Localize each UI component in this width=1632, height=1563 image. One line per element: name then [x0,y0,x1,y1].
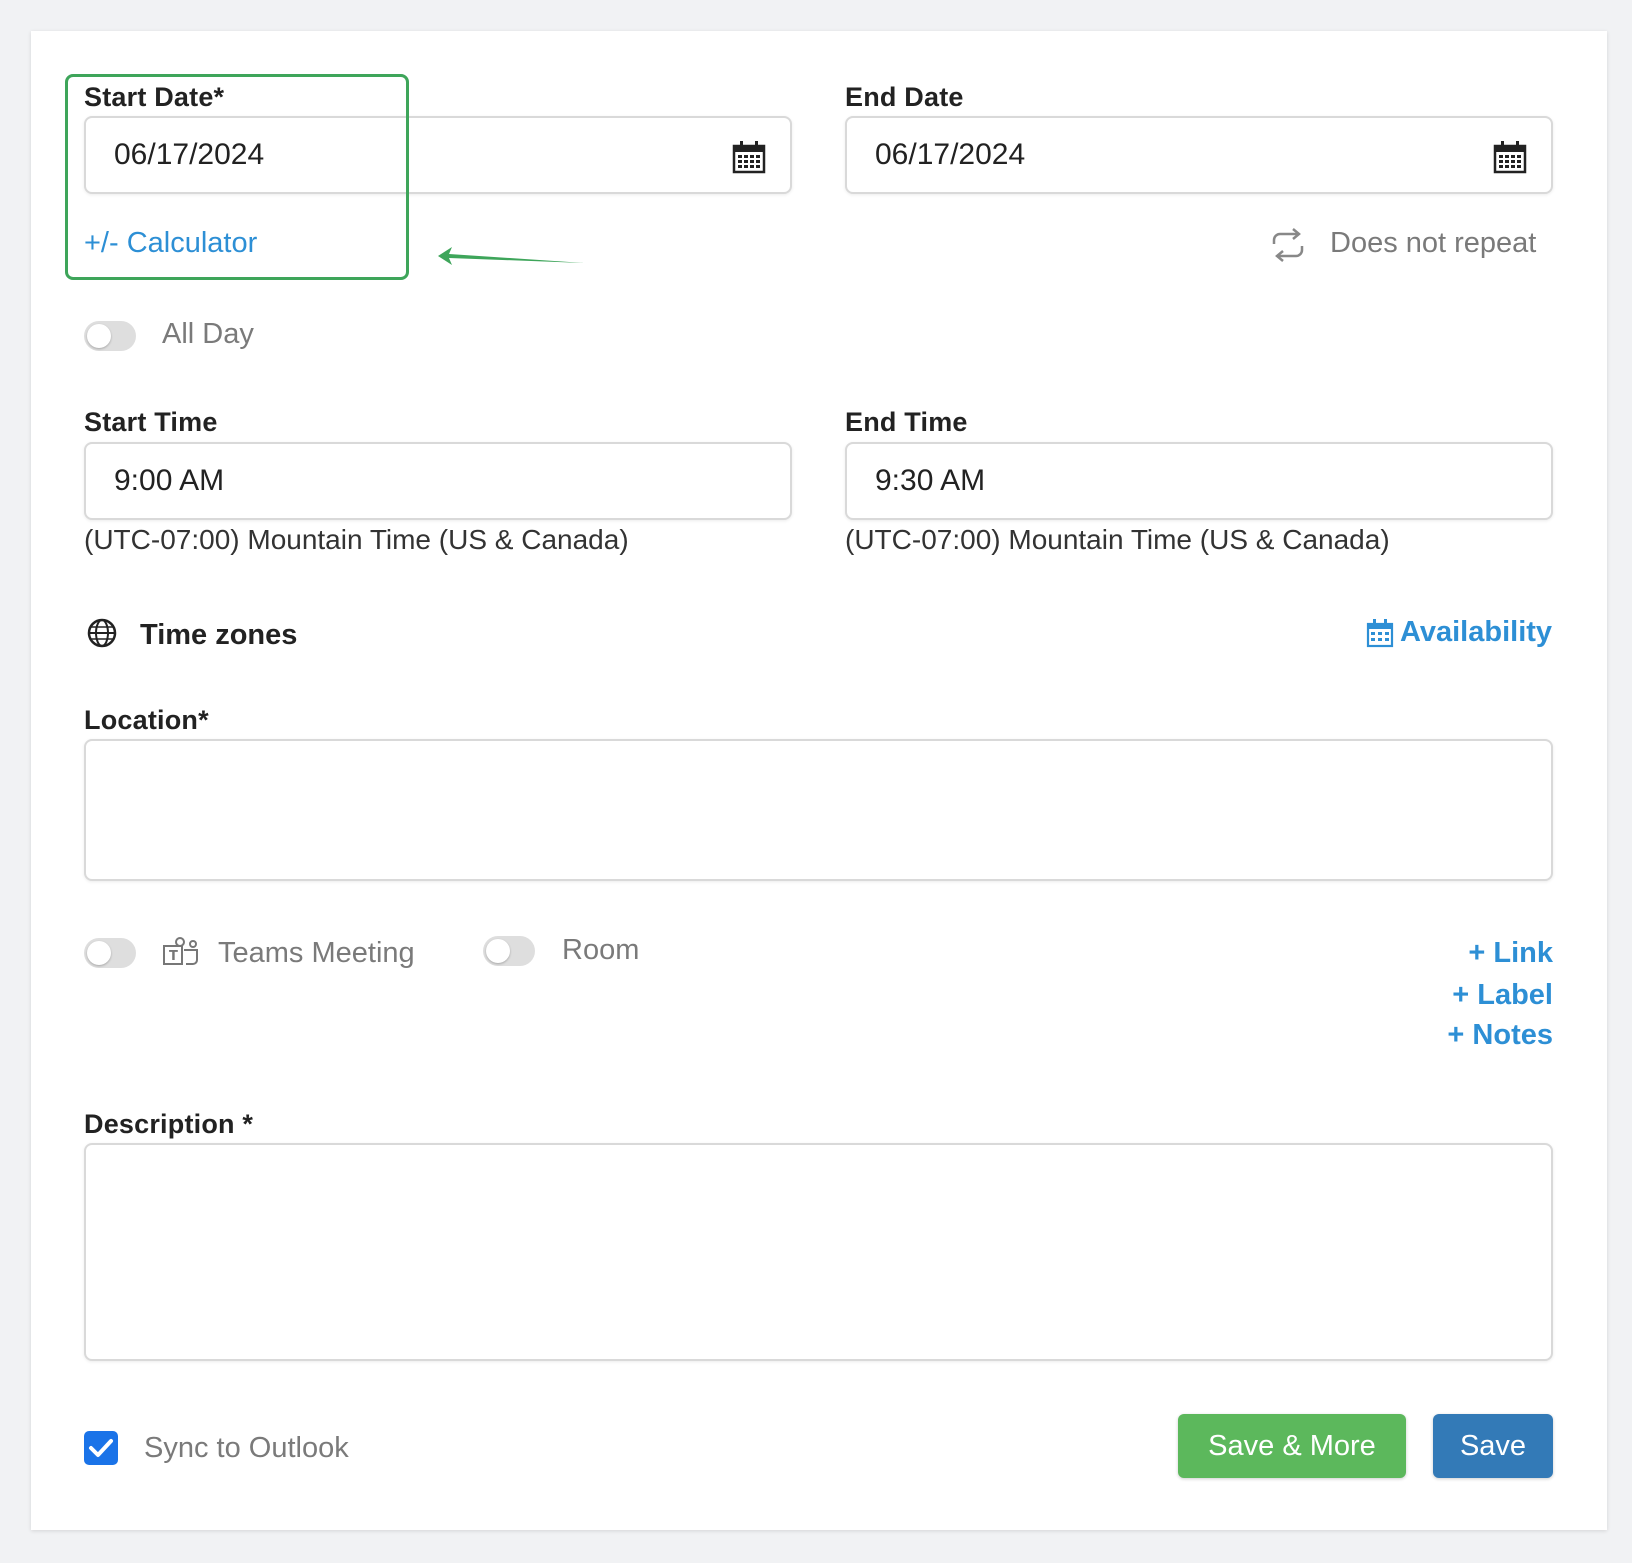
room-toggle[interactable] [483,936,535,966]
teams-icon: T [163,937,198,965]
end-date-input[interactable]: 06/17/2024 [845,116,1553,194]
repeat-label[interactable]: Does not repeat [1330,227,1536,260]
toggle-knob [486,939,510,963]
start-time-label: Start Time [84,407,218,437]
calendar-icon[interactable] [732,140,766,174]
all-day-toggle[interactable] [84,321,136,351]
all-day-label: All Day [162,318,254,350]
location-label: Location* [84,705,209,735]
end-time-input[interactable]: 9:30 AM [845,442,1553,520]
end-date-value: 06/17/2024 [875,138,1026,171]
add-link-link[interactable]: + Link [1468,937,1553,970]
save-button[interactable]: Save [1433,1414,1553,1478]
sync-outlook-label[interactable]: Sync to Outlook [144,1432,349,1465]
time-zones-label[interactable]: Time zones [140,619,297,652]
toggle-knob [87,941,111,965]
description-input[interactable] [84,1143,1553,1361]
add-label-link[interactable]: + Label [1452,979,1553,1012]
globe-icon[interactable] [86,617,118,649]
start-time-value: 9:00 AM [114,464,225,497]
calculator-link[interactable]: +/- Calculator [84,227,257,260]
add-notes-link[interactable]: + Notes [1447,1019,1553,1052]
annotation-arrow-icon [438,247,584,265]
end-timezone-text: (UTC-07:00) Mountain Time (US & Canada) [845,524,1390,555]
start-timezone-text: (UTC-07:00) Mountain Time (US & Canada) [84,524,629,555]
toggle-knob [87,324,111,348]
teams-meeting-label: Teams Meeting [218,937,415,969]
checkmark-icon [89,1439,113,1457]
end-time-value: 9:30 AM [875,464,986,497]
repeat-icon[interactable] [1268,228,1308,262]
room-label: Room [562,934,640,966]
availability-link[interactable]: Availability [1400,616,1552,649]
end-time-label: End Time [845,407,968,437]
description-label: Description * [84,1109,254,1139]
save-and-more-button[interactable]: Save & More [1178,1414,1406,1478]
svg-text:T: T [169,949,178,964]
calendar-icon[interactable] [1366,618,1394,648]
calendar-icon[interactable] [1493,140,1527,174]
sync-outlook-checkbox[interactable] [84,1431,118,1465]
location-input[interactable] [84,739,1553,881]
start-time-input[interactable]: 9:00 AM [84,442,792,520]
end-date-label: End Date [845,82,964,112]
teams-meeting-toggle[interactable] [84,938,136,968]
